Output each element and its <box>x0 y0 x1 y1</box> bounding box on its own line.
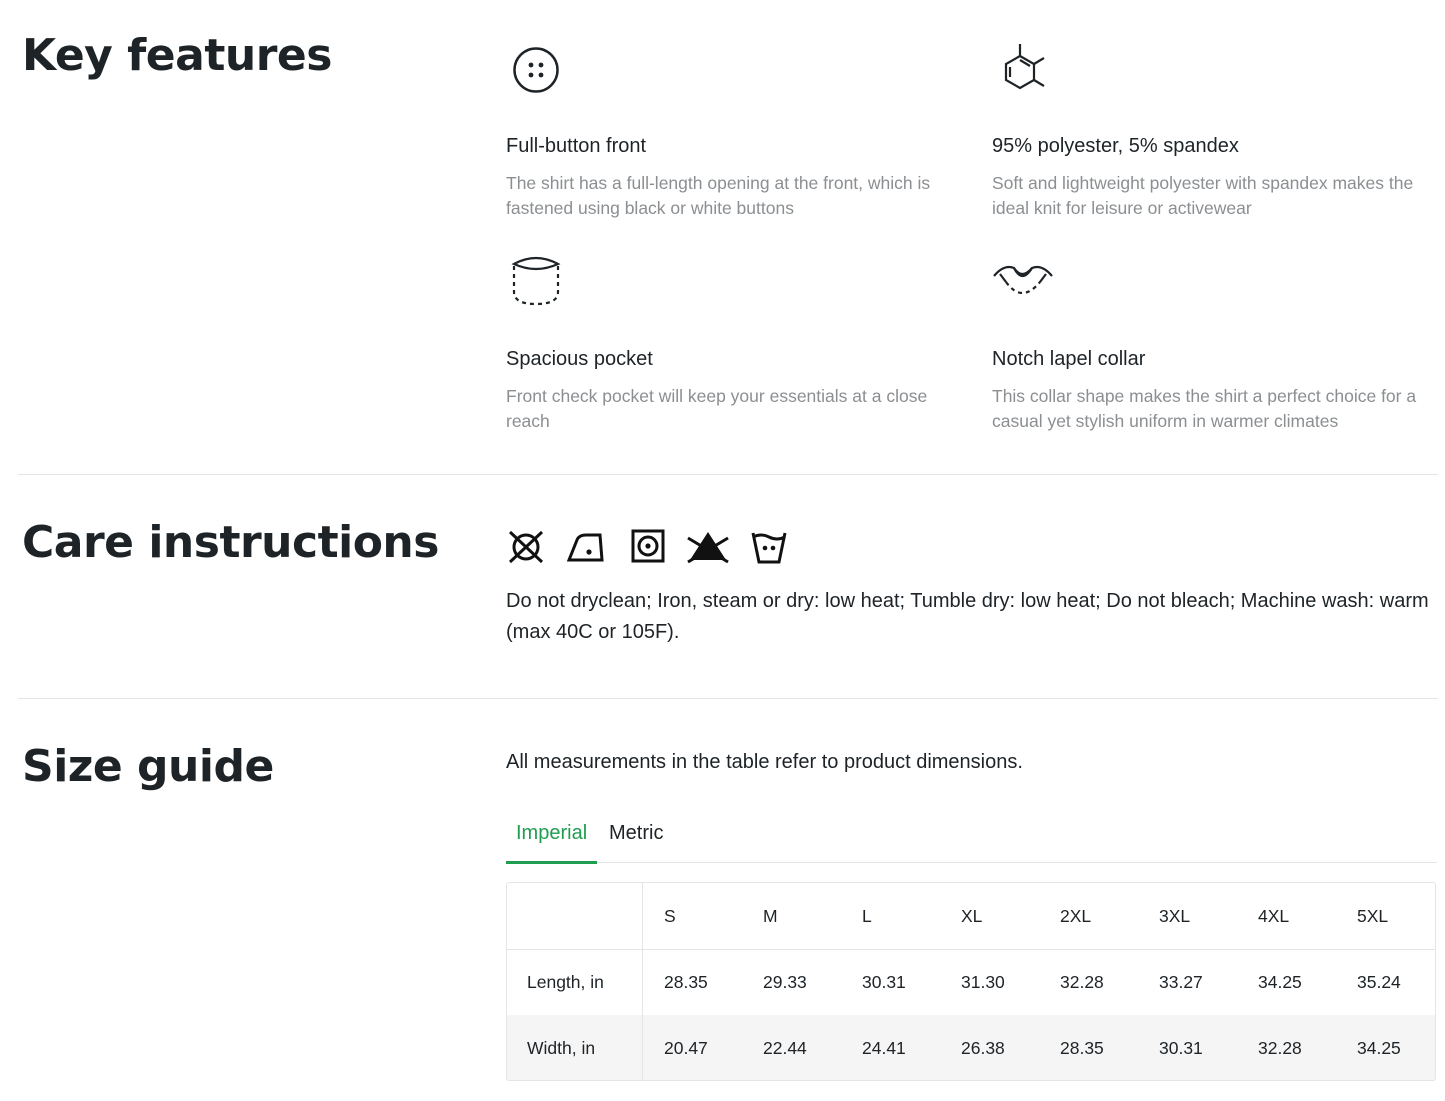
size-header: L <box>862 906 872 926</box>
table-cell: 26.38 <box>961 1038 1005 1058</box>
unit-tabs: Imperial Metric <box>506 816 1437 864</box>
table-cell: 30.31 <box>1159 1038 1203 1058</box>
divider <box>18 698 1438 699</box>
size-guide-note: All measurements in the table refer to p… <box>506 751 1023 773</box>
table-cell: 34.25 <box>1258 972 1302 992</box>
tab-metric[interactable]: Metric <box>599 822 673 861</box>
machine-wash-warm-icon <box>750 528 792 566</box>
polyester-molecule-icon <box>992 41 1062 101</box>
table-cell: 34.25 <box>1357 1038 1401 1058</box>
divider <box>18 474 1438 475</box>
do-not-bleach-icon <box>686 528 729 566</box>
table-cell: 31.30 <box>961 972 1005 992</box>
table-cell: 22.44 <box>763 1038 807 1058</box>
size-guide-title: Size guide <box>22 741 274 792</box>
care-instructions-title: Care instructions <box>22 517 439 568</box>
table-cell: 24.41 <box>862 1038 906 1058</box>
table-cell: 32.28 <box>1060 972 1104 992</box>
size-header: 2XL <box>1060 906 1092 926</box>
table-cell: 29.33 <box>763 972 807 992</box>
feature-description: This collar shape makes the shirt a perf… <box>992 386 1417 431</box>
size-header: 3XL <box>1159 906 1191 926</box>
row-label: Length, in <box>527 972 604 992</box>
buttons-icon <box>506 41 576 101</box>
tumble-dry-low-icon <box>630 528 672 566</box>
size-header: M <box>763 906 778 926</box>
iron-low-heat-icon <box>566 528 608 566</box>
feature-description: Soft and lightweight polyester with span… <box>992 173 1414 218</box>
pocket-icon <box>506 254 576 314</box>
feature-title: 95% polyester, 5% spandex <box>992 135 1239 157</box>
row-label: Width, in <box>527 1038 596 1058</box>
row-label-cell: Length, in <box>507 949 643 1015</box>
table-header-row: S M L XL 2XL 3XL 4XL 5XL <box>507 883 1435 950</box>
feature-title: Notch lapel collar <box>992 348 1146 370</box>
table-cell: 20.47 <box>664 1038 708 1058</box>
table-row: Length, in 28.35 29.33 30.31 31.30 32.28… <box>507 949 1435 1015</box>
table-cell: 32.28 <box>1258 1038 1302 1058</box>
feature-title: Full-button front <box>506 135 647 157</box>
tab-imperial[interactable]: Imperial <box>506 822 598 864</box>
table-corner-cell <box>507 883 643 949</box>
feature-description: The shirt has a full-length opening at t… <box>506 173 931 218</box>
care-instructions-text: Do not dryclean; Iron, steam or dry: low… <box>506 590 1429 643</box>
feature-title: Spacious pocket <box>506 348 653 370</box>
feature-description: Front check pocket will keep your essent… <box>506 386 928 431</box>
size-header: 4XL <box>1258 906 1290 926</box>
do-not-dryclean-icon <box>506 528 548 566</box>
size-header: 5XL <box>1357 906 1389 926</box>
row-label-cell: Width, in <box>507 1015 643 1080</box>
table-cell: 30.31 <box>862 972 906 992</box>
size-header: S <box>664 906 676 926</box>
key-features-title: Key features <box>22 30 332 81</box>
size-header: XL <box>961 906 983 926</box>
table-cell: 28.35 <box>664 972 708 992</box>
table-cell: 28.35 <box>1060 1038 1104 1058</box>
size-table: S M L XL 2XL 3XL 4XL 5XL Length, in 28.3… <box>506 882 1436 1081</box>
table-row: Width, in 20.47 22.44 24.41 26.38 28.35 … <box>507 1015 1435 1080</box>
collar-icon <box>992 254 1062 314</box>
table-cell: 33.27 <box>1159 972 1203 992</box>
table-cell: 35.24 <box>1357 972 1401 992</box>
